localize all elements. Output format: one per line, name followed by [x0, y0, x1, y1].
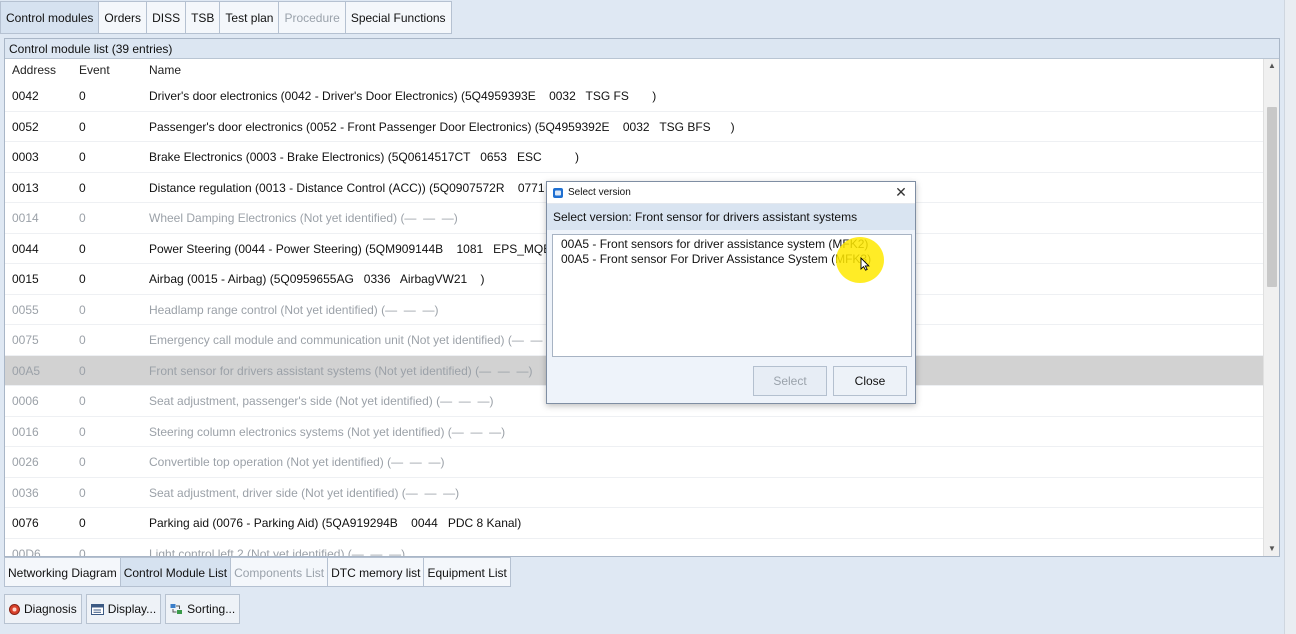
table-row[interactable]: 0003 0 Brake Electronics (0003 - Brake Ele… [5, 142, 1265, 173]
row-event: 0 [79, 516, 86, 530]
row-address: 00D6 [12, 546, 41, 557]
row-address: 0014 [12, 211, 39, 225]
tab-tsb[interactable]: TSB [185, 1, 220, 34]
tab-procedure: Procedure [278, 1, 345, 34]
row-address: 0075 [12, 333, 39, 347]
tab-special-functions[interactable]: Special Functions [344, 1, 452, 34]
row-address: 0044 [12, 241, 39, 256]
window-edge [1284, 0, 1296, 634]
row-event: 0 [79, 241, 86, 256]
tab-equipment-list[interactable]: Equipment List [423, 557, 511, 587]
row-event: 0 [79, 394, 86, 408]
bottom-tab-bar: Networking Diagram Control Module List Com… [4, 557, 511, 587]
panel-header: Control module list (39 entries) [5, 39, 1279, 59]
close-button[interactable]: Close [833, 366, 907, 396]
column-header-address[interactable]: Address [5, 59, 79, 81]
row-event: 0 [79, 363, 86, 378]
row-event: 0 [79, 455, 86, 469]
scroll-down-icon[interactable]: ▼ [1264, 542, 1280, 556]
select-version-dialog: Select version ✕ Select version: Front s… [546, 181, 916, 404]
tab-control-module-list[interactable]: Control Module List [119, 557, 231, 587]
row-name: Steering column electronics systems (Not… [149, 424, 506, 439]
row-event: 0 [79, 272, 86, 286]
tab-orders[interactable]: Orders [98, 1, 147, 34]
dialog-prompt: Select version: Front sensor for drivers… [547, 204, 915, 230]
scroll-thumb[interactable] [1267, 107, 1277, 287]
row-event: 0 [79, 119, 86, 134]
row-event: 0 [79, 302, 86, 317]
row-address: 0052 [12, 119, 39, 134]
row-name: Seat adjustment, driver side (Not yet id… [149, 485, 460, 500]
dialog-titlebar[interactable]: Select version [547, 182, 915, 204]
row-event: 0 [79, 424, 86, 439]
row-address: 0003 [12, 150, 39, 164]
tab-dtc-memory-list[interactable]: DTC memory list [327, 557, 424, 587]
row-address: 0006 [12, 394, 39, 408]
table-row[interactable]: 0052 0 Passenger's door electronics (0052 … [5, 112, 1265, 142]
row-address: 00A5 [12, 363, 41, 378]
column-header-name[interactable]: Name [142, 59, 1265, 81]
row-event: 0 [79, 546, 86, 557]
tab-test-plan[interactable]: Test plan [219, 1, 279, 34]
row-address: 0076 [12, 516, 39, 530]
diagnosis-icon [9, 603, 20, 615]
vertical-scrollbar[interactable]: ▲ ▼ [1263, 59, 1279, 556]
tab-networking-diagram[interactable]: Networking Diagram [4, 557, 120, 587]
table-row[interactable]: 0076 0 Parking aid (0076 - Parking Aid) (5… [5, 508, 1265, 539]
diagnosis-label: Diagnosis [24, 602, 77, 616]
app-icon [553, 187, 563, 198]
row-address: 0015 [12, 272, 39, 286]
dialog-title: Select version [568, 187, 631, 198]
row-name: Convertible top operation (Not yet ident… [149, 455, 445, 469]
row-address: 0036 [12, 485, 39, 500]
sorting-label: Sorting... [187, 602, 236, 616]
row-event: 0 [79, 89, 86, 103]
row-event: 0 [79, 485, 86, 500]
diagnosis-button[interactable]: Diagnosis [4, 594, 82, 624]
bottom-toolbar: Diagnosis Display... Sorting... [4, 594, 241, 624]
row-address: 0042 [12, 89, 39, 103]
row-address: 0013 [12, 180, 39, 195]
tab-diss[interactable]: DISS [146, 1, 186, 34]
app-window: Control modules Orders DISS TSB Test plan Pro… [0, 0, 1296, 634]
display-icon [90, 603, 104, 615]
table-row[interactable]: 0026 0 Convertible top operation (Not yet … [5, 447, 1265, 478]
tab-components-list: Components List [230, 557, 328, 587]
column-header-row: Address Event Name [5, 59, 1265, 81]
row-event: 0 [79, 211, 86, 225]
tab-control-modules[interactable]: Control modules [0, 1, 99, 34]
top-tab-bar: Control modules Orders DISS TSB Test plan Pro… [0, 1, 452, 34]
row-address: 0026 [12, 455, 39, 469]
row-name: Light control left 2 (Not yet identified… [149, 546, 406, 557]
row-event: 0 [79, 333, 86, 347]
row-name: Driver's door electronics (0042 - Driver… [149, 89, 657, 103]
row-name: Brake Electronics (0003 - Brake Electron… [149, 150, 579, 164]
select-button[interactable]: Select [753, 366, 827, 396]
table-row[interactable]: 0042 0 Driver's door electronics (0042 - D… [5, 81, 1265, 112]
sorting-icon [170, 604, 183, 614]
row-name: Parking aid (0076 - Parking Aid) (5QA919… [149, 516, 522, 530]
row-address: 0055 [12, 302, 39, 317]
row-event: 0 [79, 180, 86, 195]
row-name: Passenger's door electronics (0052 - Fro… [149, 119, 735, 134]
row-address: 0016 [12, 424, 39, 439]
display-button[interactable]: Display... [85, 594, 162, 624]
row-event: 0 [79, 150, 86, 164]
table-row[interactable]: 0036 0 Seat adjustment, driver side (Not y… [5, 478, 1265, 508]
table-row[interactable]: 00D6 0 Light control left 2 (Not yet ident… [5, 539, 1265, 557]
sorting-button[interactable]: Sorting... [165, 594, 241, 624]
display-label: Display... [107, 602, 157, 616]
scroll-up-icon[interactable]: ▲ [1264, 59, 1280, 73]
mouse-cursor-icon [860, 257, 870, 271]
close-icon[interactable]: ✕ [893, 184, 909, 200]
table-row[interactable]: 0016 0 Steering column electronics systems… [5, 417, 1265, 447]
column-header-event[interactable]: Event [79, 59, 142, 81]
